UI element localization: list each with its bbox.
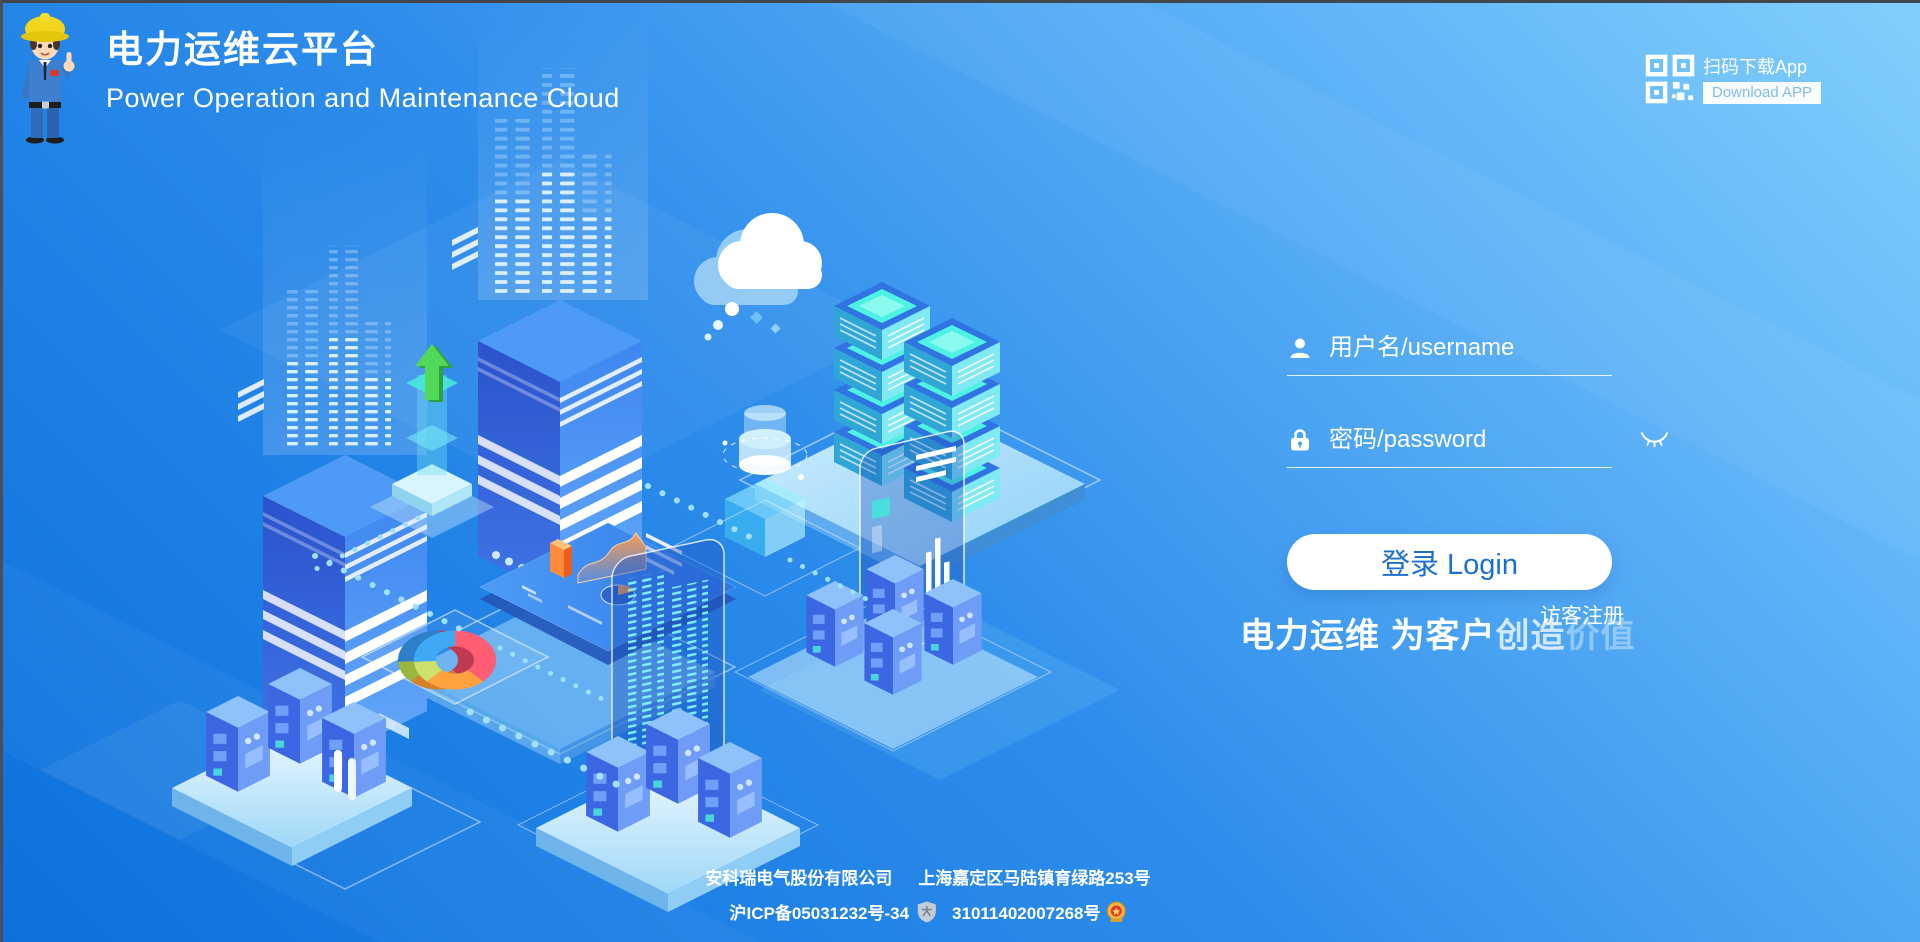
download-app-button[interactable]: Download APP bbox=[1703, 82, 1821, 104]
tablet-bar-chart bbox=[860, 428, 964, 658]
cloud-icon bbox=[694, 213, 822, 341]
teal-server-rack-stack bbox=[904, 318, 1000, 522]
dotted-paths bbox=[310, 486, 872, 790]
police-record-link[interactable]: 31011402007268号 bbox=[952, 899, 1100, 924]
tablet-code-panel bbox=[612, 536, 724, 784]
app-title: 电力运维云平台 bbox=[106, 30, 620, 71]
growth-arrow-pedestal bbox=[370, 344, 494, 538]
slogan-strong: 电力运维 为客户 bbox=[1240, 617, 1495, 655]
guest-register-link[interactable]: 访客注册 bbox=[1540, 600, 1624, 630]
password-visibility-toggle[interactable] bbox=[1639, 430, 1670, 450]
window-frame-left bbox=[0, 0, 3, 942]
login-form: 登录 Login bbox=[1287, 320, 1612, 590]
password-row bbox=[1287, 412, 1612, 468]
company-name: 安科瑞电气股份有限公司 bbox=[705, 864, 892, 889]
server-cluster-bottom-left bbox=[172, 668, 412, 866]
donut-chart bbox=[362, 610, 548, 704]
shield-icon bbox=[917, 901, 936, 923]
page-footer: 安科瑞电气股份有限公司 上海嘉定区马陆镇育绿路253号 沪ICP备0503123… bbox=[705, 864, 1150, 924]
icp-record-link[interactable]: 沪ICP备05031232号-34 bbox=[730, 899, 910, 924]
login-page: 电力运维云平台 Power Operation and Maintenance … bbox=[0, 0, 1920, 942]
server-tower-left bbox=[263, 455, 427, 752]
data-cylinder bbox=[670, 405, 860, 596]
company-address-line: 安科瑞电气股份有限公司 上海嘉定区马陆镇育绿路253号 bbox=[705, 864, 1150, 889]
worker-mascot bbox=[6, 8, 84, 144]
username-input[interactable] bbox=[1329, 334, 1639, 362]
rack-platform bbox=[740, 390, 1100, 582]
center-platform bbox=[385, 580, 735, 764]
lock-icon bbox=[1287, 428, 1313, 452]
eye-closed-icon bbox=[1641, 432, 1668, 448]
server-cluster-right bbox=[735, 555, 1051, 751]
teal-server-rack-stack bbox=[834, 282, 930, 486]
login-button[interactable]: 登录 Login bbox=[1287, 534, 1612, 590]
window-frame-top bbox=[0, 0, 1920, 3]
record-numbers-line: 沪ICP备05031232号-34 31011402007268号 bbox=[730, 899, 1127, 924]
company-address: 上海嘉定区马陆镇育绿路253号 bbox=[918, 864, 1150, 889]
app-subtitle: Power Operation and Maintenance Cloud bbox=[106, 83, 620, 114]
app-download-widget[interactable]: 扫码下载App Download APP bbox=[1645, 54, 1821, 104]
police-badge-icon bbox=[1106, 901, 1126, 923]
server-tower-center bbox=[478, 300, 642, 597]
user-icon bbox=[1287, 336, 1313, 360]
scan-download-label: 扫码下载App bbox=[1703, 54, 1821, 80]
username-row bbox=[1287, 320, 1612, 376]
qr-code-icon bbox=[1645, 54, 1695, 104]
dashboard-panel bbox=[480, 523, 736, 665]
brand-header: 电力运维云平台 Power Operation and Maintenance … bbox=[6, 8, 620, 144]
password-input[interactable] bbox=[1329, 426, 1639, 454]
